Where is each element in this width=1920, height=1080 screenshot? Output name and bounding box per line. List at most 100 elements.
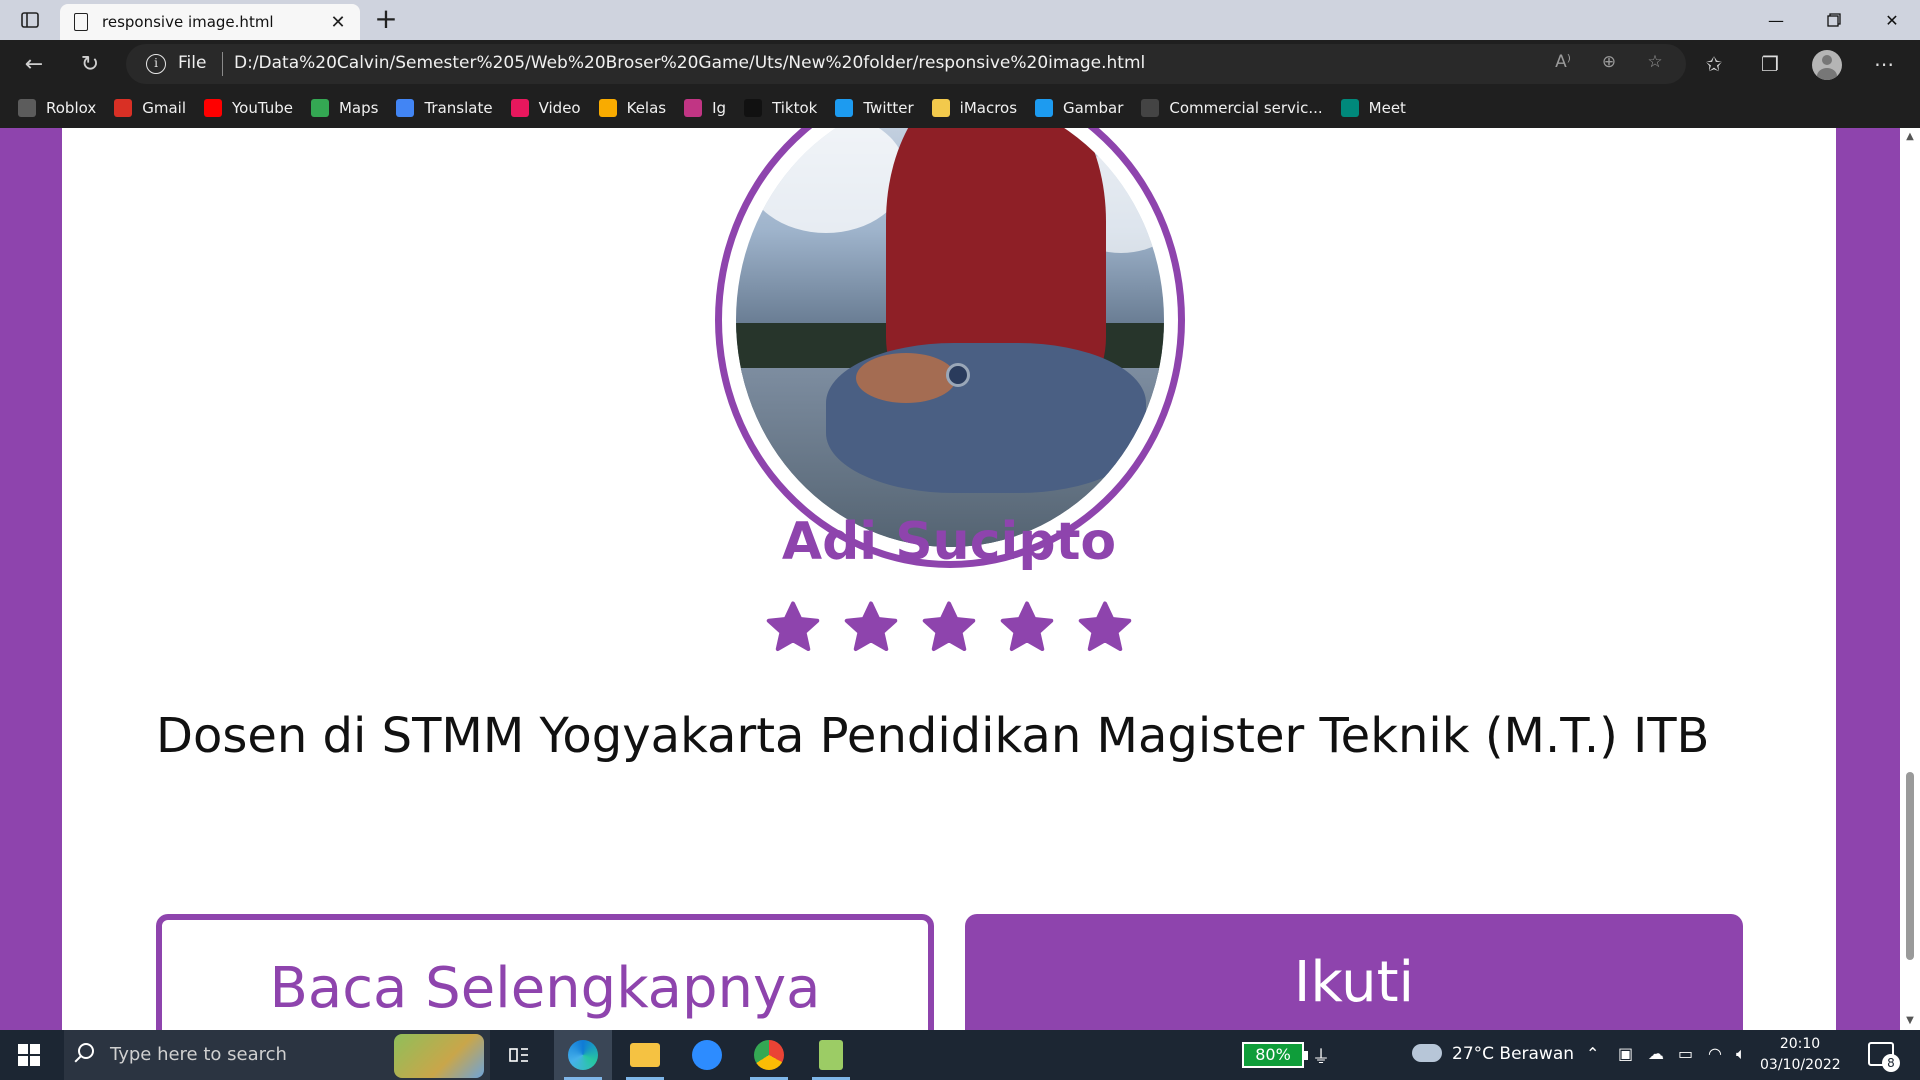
wifi-icon[interactable]: ◠	[1708, 1044, 1722, 1063]
bookmark-label: Commercial servic...	[1169, 99, 1323, 117]
url-text[interactable]: D:/Data%20Calvin/Semester%205/Web%20Bros…	[234, 53, 1145, 73]
divider	[222, 52, 223, 76]
meet-icon	[1340, 99, 1359, 117]
close-window-button[interactable]: ✕	[1864, 0, 1920, 40]
profile-avatar[interactable]	[1812, 50, 1842, 80]
vertical-scrollbar[interactable]: ▲ ▼	[1900, 128, 1920, 1030]
close-tab-icon[interactable]: ✕	[326, 12, 350, 33]
translate-icon	[396, 99, 415, 117]
bookmark-item[interactable]: Translate	[396, 99, 493, 117]
weather-text[interactable]: 27°C Berawan	[1452, 1044, 1574, 1064]
search-placeholder: Type here to search	[110, 1044, 287, 1065]
scheme-label: File	[178, 53, 207, 73]
star-icon	[841, 598, 901, 658]
star-icon	[997, 598, 1057, 658]
bookmark-item[interactable]: Gambar	[1035, 99, 1123, 117]
zoom-icon[interactable]: ⊕	[1596, 52, 1622, 76]
bookmark-label: Ig	[712, 99, 727, 117]
chrome-app-icon[interactable]	[740, 1030, 798, 1080]
search-highlight-image[interactable]	[394, 1034, 484, 1078]
info-icon[interactable]: i	[146, 54, 166, 74]
scroll-down-icon[interactable]: ▼	[1900, 1012, 1920, 1030]
favorites-icon[interactable]: ✩	[1698, 48, 1730, 80]
bookmark-label: Translate	[424, 99, 493, 117]
rating-stars	[62, 598, 1836, 658]
bookmark-label: Meet	[1368, 99, 1406, 117]
tiktok-icon	[744, 99, 763, 117]
folder-icon	[931, 99, 950, 117]
bookmark-item[interactable]: Twitter	[835, 99, 914, 117]
browser-tab-bar: responsive image.html ✕ + — ✕	[0, 0, 1920, 40]
windows-start-icon[interactable]	[12, 1042, 46, 1068]
profile-photo	[736, 128, 1164, 547]
follow-button[interactable]: Ikuti	[965, 914, 1743, 1030]
bookmark-label: Tiktok	[772, 99, 818, 117]
battery-tray-icon[interactable]: ▭	[1678, 1044, 1693, 1063]
new-tab-button[interactable]: +	[370, 4, 402, 36]
bookmark-label: Gambar	[1063, 99, 1124, 117]
roblox-icon	[18, 99, 36, 117]
refresh-icon[interactable]: ↻	[72, 46, 108, 82]
more-menu-icon[interactable]: ⋯	[1868, 48, 1900, 80]
video-icon	[510, 99, 529, 117]
star-icon	[919, 598, 979, 658]
search-icon	[78, 1043, 94, 1059]
bookmark-item[interactable]: Tiktok	[744, 99, 817, 117]
bookmark-label: YouTube	[231, 99, 293, 117]
scroll-up-icon[interactable]: ▲	[1900, 128, 1920, 146]
bookmark-item[interactable]: Gmail	[114, 99, 186, 117]
scroll-thumb[interactable]	[1906, 772, 1914, 960]
document-icon	[74, 13, 88, 31]
task-view-icon[interactable]	[490, 1030, 548, 1080]
bookmark-item[interactable]: iMacros	[931, 99, 1018, 117]
read-aloud-icon[interactable]: A⁾	[1550, 52, 1576, 76]
battery-indicator[interactable]: 80%	[1242, 1042, 1308, 1068]
bookmark-item[interactable]: Ig	[684, 99, 726, 117]
restore-button[interactable]	[1806, 0, 1862, 40]
show-hidden-icons-icon[interactable]: ⌃	[1586, 1044, 1599, 1063]
collections-icon[interactable]: ❐	[1754, 48, 1786, 80]
tab-title: responsive image.html	[102, 13, 274, 31]
browser-tab[interactable]: responsive image.html ✕	[60, 4, 360, 40]
notepad-app-icon[interactable]	[802, 1030, 860, 1080]
profile-description: Dosen di STMM Yogyakarta Pendidikan Magi…	[156, 708, 1710, 764]
bookmark-item[interactable]: Roblox	[18, 99, 96, 117]
clock-time: 20:10	[1779, 1036, 1821, 1052]
minimize-button[interactable]: —	[1748, 0, 1804, 40]
meet-now-icon[interactable]: ▣	[1618, 1044, 1633, 1063]
volume-icon[interactable]: 🔈︎	[1736, 1044, 1746, 1064]
bookmark-item[interactable]: Video	[510, 99, 581, 117]
bookmark-item[interactable]: Commercial servic...	[1141, 99, 1323, 117]
bookmark-item[interactable]: Kelas	[598, 99, 667, 117]
instagram-icon	[684, 99, 703, 117]
notification-center-icon[interactable]: 8	[1868, 1042, 1900, 1072]
tab-actions-icon[interactable]	[16, 8, 44, 32]
bookmark-label: Gmail	[142, 99, 186, 117]
edge-app-icon[interactable]	[554, 1030, 612, 1080]
address-bar[interactable]: i File D:/Data%20Calvin/Semester%205/Web…	[126, 44, 1686, 84]
taskbar-search[interactable]: Type here to search	[64, 1030, 490, 1080]
system-clock[interactable]: 20:10 03/10/2022	[1760, 1034, 1841, 1076]
read-more-button[interactable]: Baca Selengkapnya	[156, 914, 934, 1030]
back-icon[interactable]: ←	[16, 46, 52, 82]
twitter-icon	[835, 99, 854, 117]
cloud-icon[interactable]	[1412, 1044, 1442, 1062]
bookmark-label: Video	[538, 99, 581, 117]
youtube-icon	[203, 99, 222, 117]
bookmark-item[interactable]: YouTube	[203, 99, 293, 117]
bookmark-label: iMacros	[959, 99, 1018, 117]
windows-taskbar: Type here to search 80% ⏚ 27°C Berawan ⌃…	[0, 1030, 1920, 1080]
add-favorite-icon[interactable]: ☆	[1642, 52, 1668, 76]
browser-toolbar: ← ↻ i File D:/Data%20Calvin/Semester%205…	[0, 40, 1920, 88]
star-icon	[1075, 598, 1135, 658]
onedrive-icon[interactable]: ☁	[1648, 1044, 1664, 1063]
file-explorer-icon[interactable]	[616, 1030, 674, 1080]
bookmark-item[interactable]: Meet	[1340, 99, 1406, 117]
twitter-icon	[1035, 99, 1054, 117]
star-icon	[763, 598, 823, 658]
bookmark-item[interactable]: Maps	[310, 99, 378, 117]
profile-name: Adi Sucipto	[781, 512, 1117, 572]
bookmark-label: Kelas	[626, 99, 667, 117]
clock-date: 03/10/2022	[1760, 1057, 1841, 1073]
zoom-app-icon[interactable]	[678, 1030, 736, 1080]
